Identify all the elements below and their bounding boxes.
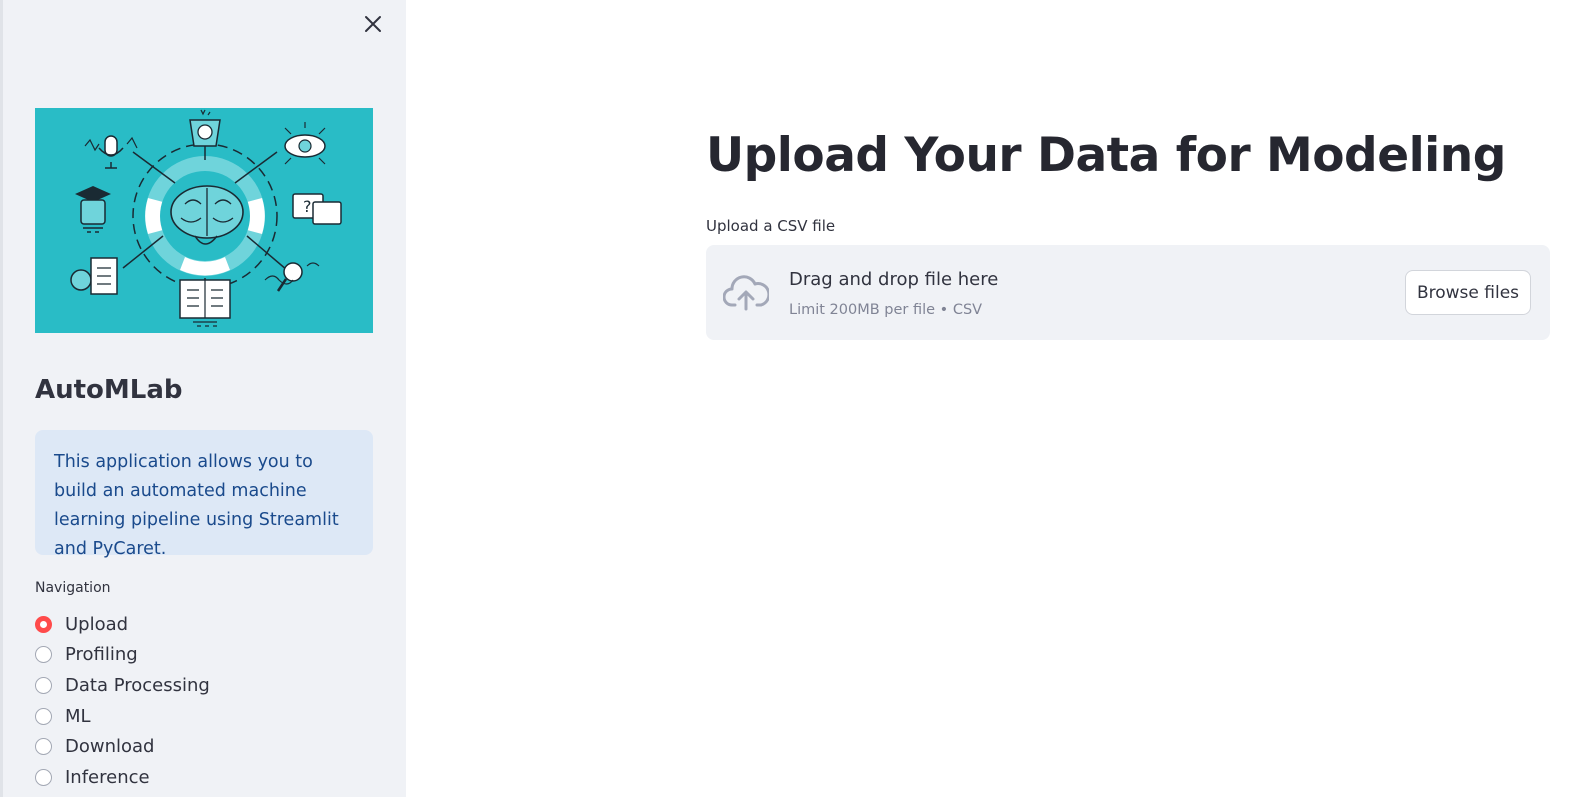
info-text: This application allows you to build an … [54,452,339,559]
nav-radio-inference[interactable]: Inference [35,762,210,793]
nav-radio-upload[interactable]: Upload [35,609,210,640]
sidebar: ? AutoMLab This application allows you t… [0,0,406,797]
nav-radio-label: Data Processing [65,674,210,696]
radio-unselected-icon [35,707,52,725]
radio-unselected-icon [35,676,52,694]
browse-files-button[interactable]: Browse files [1405,270,1531,315]
radio-unselected-icon [35,646,52,664]
nav-radio-data-processing[interactable]: Data Processing [35,670,210,701]
close-icon [365,16,381,32]
cloud-upload-icon [723,275,769,311]
radio-selected-icon [35,615,52,633]
nav-radio-ml[interactable]: ML [35,701,210,732]
nav-radio-profiling[interactable]: Profiling [35,640,210,671]
radio-unselected-icon [35,738,52,756]
nav-radio-download[interactable]: Download [35,731,210,762]
nav-radio-label: ML [65,705,91,727]
info-box: This application allows you to build an … [35,430,373,559]
nav-radio-label: Upload [65,613,129,635]
sidebar-app-title: AutoMLab [35,375,183,405]
nav-radio-label: Profiling [65,644,138,666]
hero-image: ? [35,108,373,333]
ai-brain-illustration: ? [35,108,373,333]
nav-radio-label: Inference [65,766,150,788]
file-uploader-label: Upload a CSV file [706,217,836,235]
sidebar-close-button[interactable] [357,8,389,40]
dropzone-limit-text: Limit 200MB per file • CSV [789,302,983,318]
nav-radio-label: Download [65,736,155,758]
navigation-label: Navigation [35,580,111,596]
dropzone-instructions: Drag and drop file here [789,269,999,290]
svg-text:?: ? [303,197,312,216]
page-title: Upload Your Data for Modeling [706,128,1506,183]
file-dropzone[interactable]: Drag and drop file here Limit 200MB per … [706,245,1550,340]
navigation-radio-group: Upload Profiling Data Processing ML Down… [35,609,210,793]
radio-unselected-icon [35,768,52,786]
